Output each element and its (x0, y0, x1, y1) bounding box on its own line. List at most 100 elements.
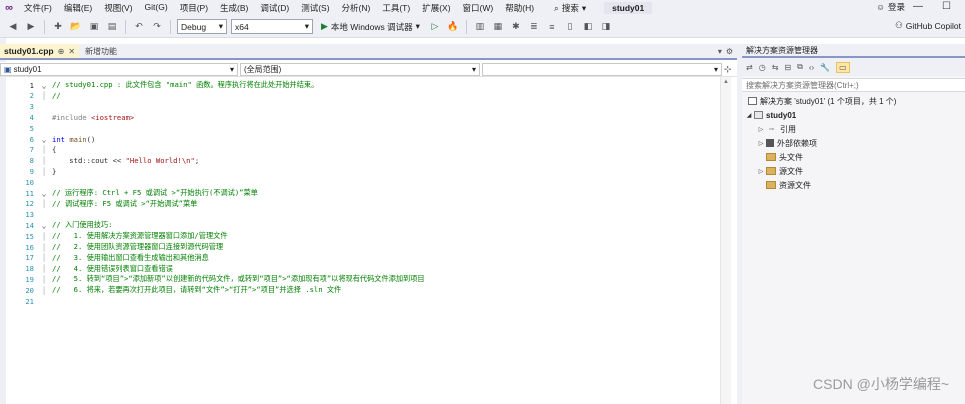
tree-node[interactable]: 头文件 (742, 150, 965, 164)
bookmark-next-icon[interactable]: ◨ (599, 20, 613, 34)
show-all-files-icon[interactable]: ⧉ (797, 62, 803, 72)
breakpoint-icon[interactable]: ✱ (509, 20, 523, 34)
history-icon[interactable]: ◷ (759, 63, 766, 72)
code-line[interactable]: 9 │} (6, 166, 57, 176)
save-all-icon[interactable]: ▤ (105, 20, 119, 34)
menu-item[interactable]: 帮助(H) (499, 2, 540, 14)
redo-icon[interactable]: ↷ (150, 20, 164, 34)
tree-node[interactable]: ▷ 源文件 (742, 164, 965, 178)
code-line[interactable]: 14 ⌄// 入门使用技巧: (6, 220, 112, 230)
tab-new-features[interactable]: 新增功能 (79, 44, 123, 58)
code-line[interactable]: 11 ⌄// 运行程序: Ctrl + F5 或调试 >“开始执行(不调试)”菜单 (6, 188, 258, 198)
fold-toggle-icon[interactable]: ⌄ (38, 221, 50, 230)
menu-item[interactable]: 生成(B) (214, 2, 254, 14)
refresh-icon[interactable]: ⇆ (772, 63, 779, 72)
code-line[interactable]: 2 │ // (6, 91, 61, 101)
uncomment-icon[interactable]: ≡ (545, 20, 559, 34)
code-line[interactable]: 16 │ // 2. 使用团队资源管理器窗口连接到源代码管理 (6, 242, 223, 252)
platform-dropdown[interactable]: x64 ▾ (231, 19, 313, 34)
code-line[interactable]: 21 (6, 296, 52, 306)
code-line[interactable]: 1 ⌄// study01.cpp : 此文件包含 "main" 函数。程序执行将… (6, 80, 319, 90)
back-icon[interactable]: ◀ (6, 20, 20, 34)
menu-item[interactable]: 工具(T) (376, 2, 416, 14)
tab-study01-cpp[interactable]: study01.cpp ⊕ ✕ (0, 44, 80, 58)
diagnostics-icon[interactable]: ▥ (473, 20, 487, 34)
menu-item[interactable]: 扩展(X) (416, 2, 456, 14)
bookmark-prev-icon[interactable]: ◧ (581, 20, 595, 34)
forward-icon[interactable]: ▶ (24, 20, 38, 34)
save-icon[interactable]: ▣ (87, 20, 101, 34)
code-line[interactable]: 12 │ // 调试程序: F5 或调试 >“开始调试”菜单 (6, 199, 197, 209)
menu-item[interactable]: 调试(D) (254, 2, 295, 14)
collapse-all-icon[interactable]: ⊟ (784, 63, 791, 72)
signin-button[interactable]: ☺ 登录 (876, 1, 905, 13)
code-line[interactable]: 6 ⌄ int main() (6, 134, 96, 144)
layout-icon[interactable]: ▦ (491, 20, 505, 34)
menu-item[interactable]: 视图(V) (98, 2, 138, 14)
scroll-up-icon[interactable]: ▲ (723, 79, 729, 85)
menu-item[interactable]: Git(G) (139, 2, 174, 14)
tree-node[interactable]: ▷ 外部依赖项 (742, 136, 965, 150)
split-editor-icon[interactable]: ⊹ (724, 64, 732, 75)
code-line[interactable]: 19 │ // 5. 转到“项目”>“添加新项”以创建新的代码文件，或转到“项目”>… (6, 274, 424, 284)
member-dropdown[interactable]: ▾ (482, 62, 722, 76)
expand-arrow-icon[interactable]: ▷ (756, 168, 766, 175)
line-number: 9 (29, 166, 34, 176)
close-icon[interactable]: ✕ (68, 47, 75, 56)
code-line[interactable]: 20 │ // 6. 将来，若要再次打开此项目，请转到“文件”>“打开”>“项目”并… (6, 285, 341, 295)
solution-explorer-search-input[interactable]: 搜索解决方案资源管理器(Ctrl+;) (742, 78, 965, 92)
pin-icon[interactable]: ⊕ (58, 47, 65, 56)
expanded-arrow-icon[interactable]: ◢ (744, 112, 754, 119)
code-line[interactable]: 4 #include <iostream> (6, 112, 135, 122)
menu-item[interactable]: 编辑(E) (58, 2, 98, 14)
menu-item[interactable]: 分析(N) (336, 2, 377, 14)
sync-icon[interactable]: ⇄ (746, 63, 753, 72)
tree-solution-node[interactable]: 解决方案 'study01' (1 个项目，共 1 个) (742, 94, 965, 108)
menu-item[interactable]: 项目(P) (174, 2, 214, 14)
github-copilot-button[interactable]: ⚇ GitHub Copilot (895, 20, 961, 31)
code-line[interactable]: 8 │ std::cout << "Hello World!\n"; (6, 156, 199, 166)
code-line[interactable]: 13 (6, 210, 52, 220)
scope-dropdown[interactable]: (全局范围) ▾ (240, 62, 480, 76)
settings-gear-icon[interactable]: ⚙ (726, 47, 733, 56)
code-line[interactable]: 3 (6, 102, 52, 112)
code-line[interactable]: 15 │ // 1. 使用解决方案资源管理器窗口添加/管理文件 (6, 231, 227, 241)
visual-studio-logo-icon[interactable]: ∞ (0, 0, 18, 16)
expand-arrow-icon[interactable]: ▷ (756, 126, 766, 133)
code-line[interactable]: 7 │ { (6, 145, 57, 155)
configuration-dropdown[interactable]: Debug ▾ (177, 19, 227, 34)
bookmark-icon[interactable]: ▯ (563, 20, 577, 34)
fold-toggle-icon[interactable]: ⌄ (38, 135, 50, 144)
start-without-debugging-icon[interactable]: ▷ (428, 20, 442, 34)
menu-item[interactable]: 窗口(W) (457, 2, 500, 14)
new-project-icon[interactable]: ✚ (51, 20, 65, 34)
tree-project-node[interactable]: ◢ study01 (742, 108, 965, 122)
fold-toggle-icon[interactable]: ⌄ (38, 81, 50, 90)
expand-arrow-icon[interactable]: ▷ (756, 140, 766, 147)
start-debugging-button[interactable]: ▶ 本地 Windows 调试器 ▾ (317, 21, 424, 33)
fold-toggle-icon[interactable]: ⌄ (38, 189, 50, 198)
code-view-icon[interactable]: ‹› (809, 63, 814, 72)
code-editor[interactable]: 1 ⌄// study01.cpp : 此文件包含 "main" 函数。程序执行将… (6, 77, 737, 404)
menu-item[interactable]: 文件(F) (18, 2, 58, 14)
open-file-icon[interactable]: 📂 (69, 20, 83, 34)
maximize-button[interactable]: ☐ (942, 1, 951, 12)
minimize-button[interactable]: — (913, 1, 923, 12)
hot-reload-icon[interactable]: 🔥 (446, 20, 460, 34)
preview-icon[interactable]: ▭ (836, 61, 850, 73)
code-line[interactable]: 5 (6, 123, 52, 133)
code-line[interactable]: 17 │ // 3. 使用输出窗口查看生成输出和其他消息 (6, 253, 208, 263)
code-line[interactable]: 10 (6, 177, 52, 187)
undo-icon[interactable]: ↶ (132, 20, 146, 34)
code-text: #include <iostream> (50, 113, 134, 122)
tree-node[interactable]: ▷ ▫▫ 引用 (742, 122, 965, 136)
properties-wrench-icon[interactable]: 🔧 (820, 63, 830, 72)
vertical-scrollbar[interactable]: ▲ (720, 77, 731, 404)
tree-node[interactable]: 资源文件 (742, 178, 965, 192)
comment-icon[interactable]: ≣ (527, 20, 541, 34)
project-dropdown[interactable]: ▣ study01 ▾ (0, 62, 238, 76)
code-line[interactable]: 18 │ // 4. 使用错误列表窗口查看错误 (6, 264, 173, 274)
menu-item[interactable]: 测试(S) (295, 2, 335, 14)
search-button[interactable]: ⌕ 搜索 ▾ (548, 2, 592, 14)
tab-list-icon[interactable]: ▾ (718, 47, 722, 56)
